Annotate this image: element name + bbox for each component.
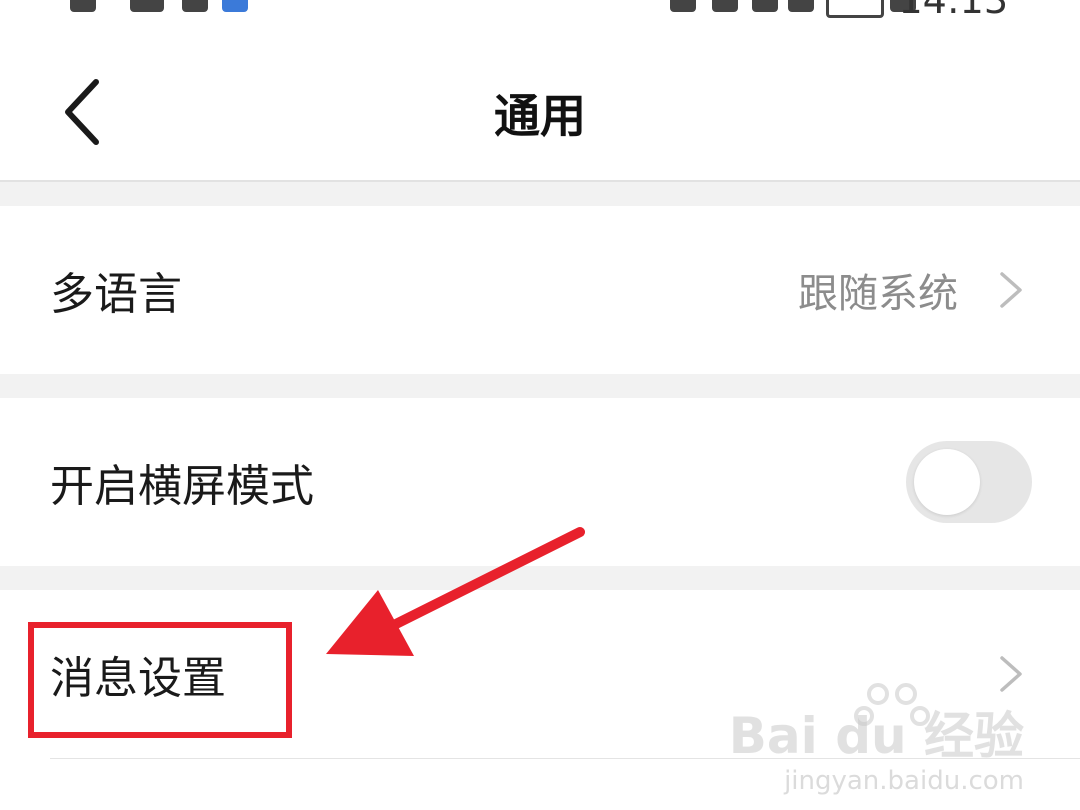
navigation-header: 通用 [0,22,1080,180]
chevron-right-icon [1000,272,1022,308]
toggle-knob [914,449,980,515]
message-settings-row[interactable]: 消息设置 [0,590,1080,758]
mute-icon [712,0,738,12]
sim-icon [70,0,96,12]
section-gap [0,180,1080,206]
status-bar: 14:13 [0,0,1080,22]
status-time: 14:13 [898,0,1008,22]
page-title: 通用 [494,89,586,143]
wifi-icon [182,0,208,12]
language-setting-row[interactable]: 多语言 跟随系统 [0,206,1080,374]
location-icon [788,0,814,12]
landscape-mode-row: 开启横屏模式 [0,398,1080,566]
row-divider [50,758,1080,759]
chevron-right-icon [1000,656,1022,692]
language-label: 多语言 [50,269,182,320]
app-notification-icon [222,0,248,12]
landscape-mode-label: 开启横屏模式 [50,461,314,512]
nfc-icon [670,0,696,12]
language-value: 跟随系统 [798,271,958,317]
signal-icon [130,0,164,12]
section-gap [0,374,1080,398]
bluetooth-icon [752,0,778,12]
message-settings-label: 消息设置 [50,653,226,704]
battery-icon [826,0,884,18]
section-gap [0,566,1080,590]
landscape-mode-toggle[interactable] [906,441,1032,523]
watermark-url: jingyan.baidu.com [784,766,1024,796]
